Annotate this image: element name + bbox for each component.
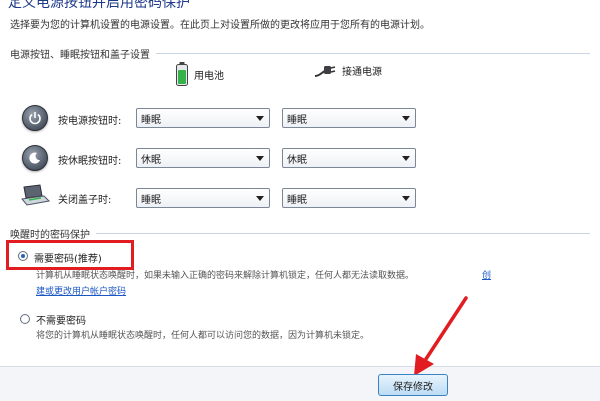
select-value: 睡眠 (141, 114, 161, 126)
power-button-plugged-select[interactable]: 睡眠 (282, 108, 416, 128)
select-value: 休眠 (141, 154, 161, 166)
divider (96, 233, 590, 234)
close-lid-plugged-select[interactable]: 睡眠 (282, 188, 416, 208)
plugged-column-label: 接通电源 (342, 66, 382, 78)
power-button-icon (22, 105, 48, 131)
select-value: 休眠 (287, 154, 307, 166)
wake-section-title: 唤醒时的密码保护 (10, 230, 90, 241)
sleep-button-battery-select[interactable]: 休眠 (136, 148, 270, 168)
sleep-button-label: 按休眠按钮时: (58, 156, 122, 167)
create-password-link[interactable]: 建或更改用户帐户密码 (36, 284, 126, 297)
footer-bar (0, 366, 600, 401)
divider (156, 53, 590, 54)
chevron-down-icon (256, 156, 264, 161)
power-plug-icon (314, 66, 336, 77)
sleep-button-icon (22, 145, 48, 171)
power-section-title: 电源按钮、睡眠按钮和盖子设置 (10, 50, 150, 61)
chevron-down-icon (402, 116, 410, 121)
create-password-link-start[interactable]: 创 (482, 268, 491, 281)
page-title: 定义电源按钮并启用密码保护 (8, 0, 190, 11)
power-section-header: 电源按钮、睡眠按钮和盖子设置 (10, 46, 590, 61)
no-password-label[interactable]: 不需要密码 (36, 312, 86, 327)
close-lid-label: 关闭盖子时: (58, 195, 112, 206)
no-password-radio[interactable] (20, 314, 30, 324)
red-arrow-icon (414, 296, 468, 376)
save-changes-button[interactable]: 保存修改 (378, 374, 448, 396)
select-value: 睡眠 (287, 194, 307, 206)
battery-column-label: 用电池 (194, 70, 224, 82)
power-button-label: 按电源按钮时: (58, 116, 122, 127)
power-button-battery-select[interactable]: 睡眠 (136, 108, 270, 128)
chevron-down-icon (402, 156, 410, 161)
laptop-lid-icon (20, 184, 51, 210)
sleep-button-plugged-select[interactable]: 休眠 (282, 148, 416, 168)
wake-section-header: 唤醒时的密码保护 (10, 226, 590, 241)
battery-icon (176, 62, 188, 86)
page-subtitle: 选择要为您的计算机设置的电源设置。在此页上对设置所做的更改将应用于您所有的电源计… (10, 20, 430, 31)
select-value: 睡眠 (287, 114, 307, 126)
red-highlight-box (6, 240, 134, 270)
chevron-down-icon (256, 116, 264, 121)
select-value: 睡眠 (141, 194, 161, 206)
close-lid-battery-select[interactable]: 睡眠 (136, 188, 270, 208)
battery-column-header: 用电池 (176, 62, 224, 86)
chevron-down-icon (256, 196, 264, 201)
plugged-column-header: 接通电源 (314, 62, 382, 78)
no-password-desc: 将您的计算机从睡眠状态唤醒时，任何人都可以访问您的数据，因为计算机未锁定。 (36, 331, 370, 341)
chevron-down-icon (402, 196, 410, 201)
